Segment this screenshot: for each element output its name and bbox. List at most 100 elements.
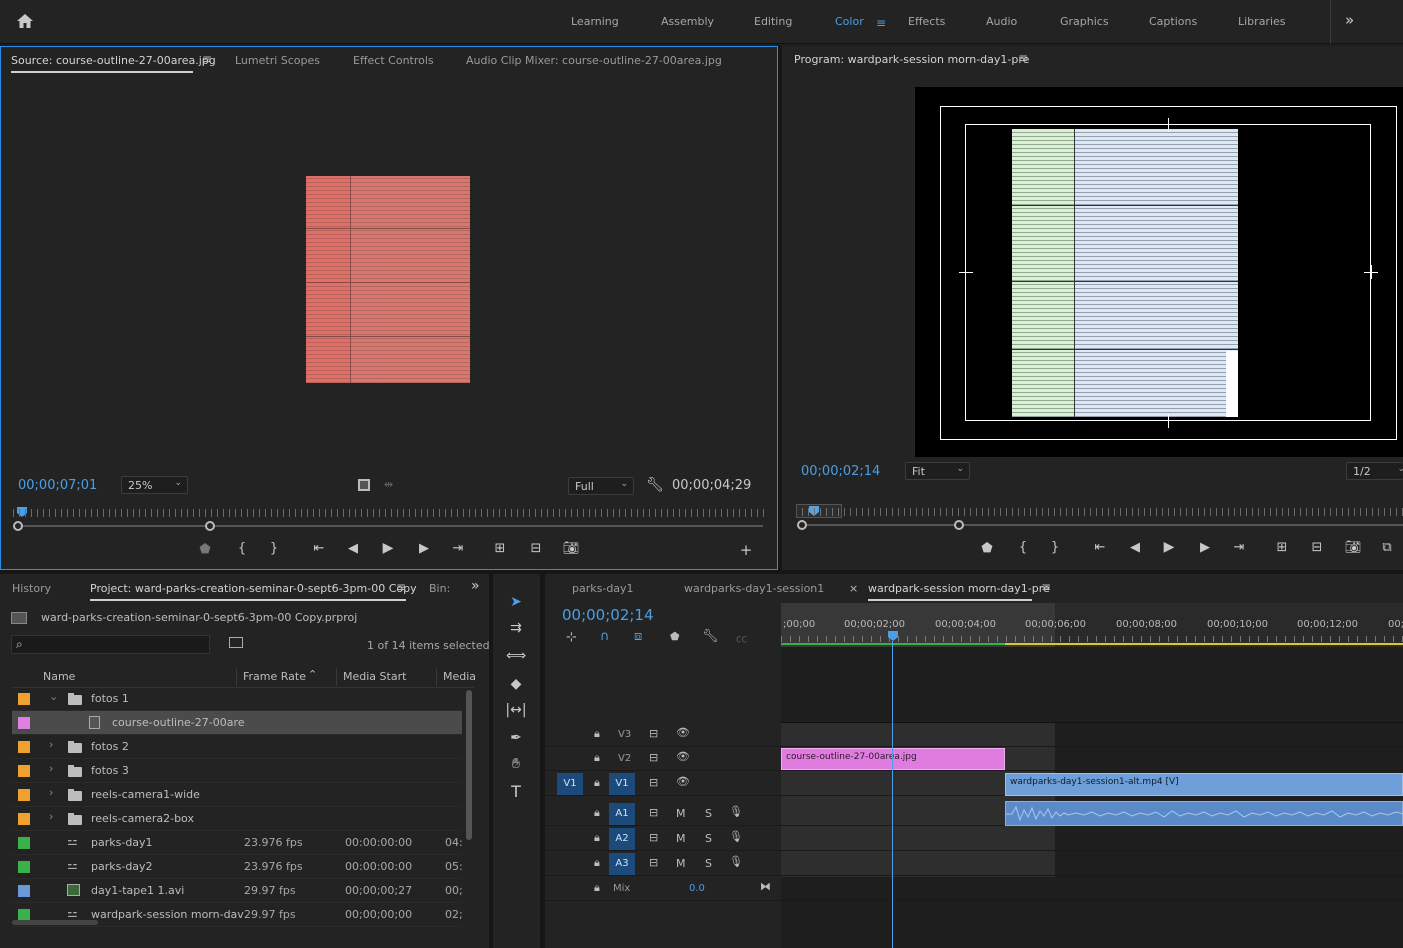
source-quality-select[interactable]: Full ⌄ bbox=[568, 477, 634, 495]
track-target-a1[interactable]: A1 bbox=[609, 803, 635, 825]
add-marker-icon[interactable]: ⬟ bbox=[195, 542, 215, 557]
sync-lock-icon[interactable]: ⊟ bbox=[649, 751, 658, 764]
project-h-scrollbar[interactable] bbox=[12, 920, 98, 925]
step-forward-icon[interactable]: ▶︎ bbox=[414, 541, 434, 556]
add-button-icon[interactable]: + bbox=[736, 541, 756, 559]
hand-tool-icon[interactable]: ✋︎ bbox=[505, 753, 527, 775]
program-resolution-select[interactable]: 1/2 ⌄ bbox=[1346, 462, 1403, 480]
razor-tool-icon[interactable]: ◆ bbox=[505, 673, 527, 695]
add-marker-icon[interactable]: ⬟ bbox=[670, 630, 680, 643]
step-back-icon[interactable]: ◀︎ bbox=[343, 541, 363, 556]
solo-button[interactable]: S bbox=[705, 807, 712, 820]
zoom-handle-left[interactable] bbox=[797, 520, 807, 530]
timeline-settings-icon[interactable]: 🔧︎ bbox=[702, 629, 719, 644]
sync-lock-icon[interactable]: ⊟ bbox=[649, 727, 658, 740]
export-frame-icon[interactable]: 📷︎ bbox=[1343, 540, 1363, 555]
workspace-libraries[interactable]: Libraries bbox=[1238, 15, 1286, 28]
clip-v2-image[interactable]: course-outline-27-00area.jpg bbox=[781, 748, 1005, 770]
source-time-ruler[interactable] bbox=[13, 509, 765, 517]
tab-sequence-active[interactable]: wardpark-session morn-day1-pre bbox=[868, 582, 1050, 595]
program-zoom-select[interactable]: Fit ⌄ bbox=[905, 462, 970, 480]
panel-menu-icon[interactable]: ≡ bbox=[396, 580, 406, 594]
zoom-handle-right[interactable] bbox=[954, 520, 964, 530]
linked-selection-icon[interactable]: ⧈ bbox=[634, 629, 642, 644]
lock-icon[interactable]: 🔒︎ bbox=[594, 881, 600, 895]
tab-effect-controls[interactable]: Effect Controls bbox=[353, 54, 434, 67]
list-item[interactable]: › reels-camera2-box bbox=[12, 807, 462, 831]
snap-icon[interactable]: ∩ bbox=[600, 629, 610, 644]
source-patch-v1[interactable]: V1 bbox=[557, 773, 583, 795]
list-item[interactable]: day1-tape1 1.avi 29.97 fps 00;00;00;27 0… bbox=[12, 879, 463, 903]
tab-sequence-session1[interactable]: wardparks-day1-session1 bbox=[684, 582, 824, 595]
column-media-start[interactable]: Media Start bbox=[343, 670, 406, 683]
list-item[interactable]: › fotos 3 bbox=[12, 759, 462, 783]
sync-lock-icon[interactable]: ⊟ bbox=[649, 831, 658, 844]
lock-icon[interactable]: 🔒︎ bbox=[594, 806, 600, 820]
microphone-icon[interactable]: 🎙︎ bbox=[729, 830, 743, 843]
wrench-icon[interactable]: 🔧︎ bbox=[646, 477, 664, 493]
lock-icon[interactable]: 🔒︎ bbox=[594, 831, 600, 845]
eye-icon[interactable]: 👁︎ bbox=[676, 726, 690, 739]
mute-button[interactable]: M bbox=[676, 857, 686, 870]
step-back-icon[interactable]: ◀︎ bbox=[1125, 540, 1145, 555]
zoom-handle-right[interactable] bbox=[205, 521, 215, 531]
ripple-edit-tool-icon[interactable]: ⟺ bbox=[505, 645, 527, 667]
insert-clip-icon[interactable]: ⊞ bbox=[490, 541, 510, 556]
chevron-right-icon[interactable]: › bbox=[49, 738, 53, 751]
list-item[interactable]: › fotos 2 bbox=[12, 735, 462, 759]
mark-in-icon[interactable]: { bbox=[232, 541, 252, 556]
chevron-right-icon[interactable]: › bbox=[49, 762, 53, 775]
workspace-captions[interactable]: Captions bbox=[1149, 15, 1197, 28]
tab-program[interactable]: Program: wardpark-session morn-day1-pre bbox=[794, 53, 1029, 66]
source-zoom-bar[interactable] bbox=[18, 525, 763, 527]
clip-v1-video[interactable]: wardparks-day1-session1-alt.mp4 [V] bbox=[1005, 773, 1403, 796]
track-target-v1[interactable]: V1 bbox=[609, 773, 635, 795]
go-to-end-icon[interactable]: ⧓ bbox=[760, 880, 771, 893]
eye-icon[interactable]: 👁︎ bbox=[676, 775, 690, 788]
source-zoom-select[interactable]: 25% ⌄ bbox=[121, 476, 188, 494]
workspace-effects[interactable]: Effects bbox=[908, 15, 945, 28]
tab-bin[interactable]: Bin: bbox=[429, 582, 450, 595]
program-work-area[interactable] bbox=[796, 504, 842, 518]
lock-icon[interactable]: 🔒︎ bbox=[594, 751, 600, 765]
source-timecode[interactable]: 00;00;07;01 bbox=[18, 478, 97, 493]
zoom-handle-left[interactable] bbox=[13, 521, 23, 531]
sync-lock-icon[interactable]: ⊟ bbox=[649, 806, 658, 819]
eye-icon[interactable]: 👁︎ bbox=[676, 750, 690, 763]
add-marker-icon[interactable]: ⬟ bbox=[977, 541, 997, 556]
tab-audio-clip-mixer[interactable]: Audio Clip Mixer: course-outline-27-00ar… bbox=[466, 54, 722, 67]
overwrite-clip-icon[interactable]: ⊟ bbox=[526, 541, 546, 556]
workspace-editing[interactable]: Editing bbox=[754, 15, 792, 28]
play-icon[interactable]: ▶︎ bbox=[378, 540, 398, 556]
track-target-a3[interactable]: A3 bbox=[609, 853, 635, 875]
mark-out-icon[interactable]: } bbox=[264, 541, 284, 556]
extract-icon[interactable]: ⊟ bbox=[1307, 540, 1327, 555]
settings-toggle-icon[interactable] bbox=[358, 479, 370, 491]
sync-lock-icon[interactable]: ⊟ bbox=[649, 776, 658, 789]
play-icon[interactable]: ▶︎ bbox=[1159, 539, 1179, 555]
list-item[interactable]: ⚍ parks-day1 23.976 fps 00:00:00:00 04: bbox=[12, 831, 463, 855]
workspace-graphics[interactable]: Graphics bbox=[1060, 15, 1109, 28]
list-item[interactable]: › reels-camera1-wide bbox=[12, 783, 462, 807]
list-item[interactable]: course-outline-27-00are bbox=[12, 711, 462, 735]
workspace-color[interactable]: Color bbox=[835, 15, 864, 28]
export-frame-icon[interactable]: 📷︎ bbox=[561, 541, 581, 556]
project-scrollbar[interactable] bbox=[466, 690, 472, 840]
mute-button[interactable]: M bbox=[676, 807, 686, 820]
slip-tool-icon[interactable]: |↔| bbox=[505, 699, 527, 721]
tab-lumetri-scopes[interactable]: Lumetri Scopes bbox=[235, 54, 320, 67]
mix-value[interactable]: 0.0 bbox=[689, 883, 705, 894]
lock-icon[interactable]: 🔒︎ bbox=[594, 776, 600, 790]
tab-sequence-parks-day1[interactable]: parks-day1 bbox=[572, 582, 634, 595]
step-forward-icon[interactable]: ▶︎ bbox=[1195, 540, 1215, 555]
program-time-ruler[interactable] bbox=[796, 508, 1403, 516]
pen-tool-icon[interactable]: ✒︎ bbox=[505, 727, 527, 749]
list-item[interactable]: ⚍ parks-day2 23.976 fps 00:00:00:00 05: bbox=[12, 855, 463, 879]
program-zoom-bar[interactable] bbox=[804, 524, 1403, 526]
captions-icon[interactable]: ㏄ bbox=[736, 630, 747, 646]
program-timecode[interactable]: 00;00;02;14 bbox=[801, 464, 880, 479]
panel-menu-icon[interactable]: ≡ bbox=[202, 52, 212, 66]
track-select-tool-icon[interactable]: ⇉ bbox=[505, 617, 527, 639]
mark-in-icon[interactable]: { bbox=[1013, 540, 1033, 555]
more-panels-icon[interactable]: » bbox=[471, 578, 480, 594]
